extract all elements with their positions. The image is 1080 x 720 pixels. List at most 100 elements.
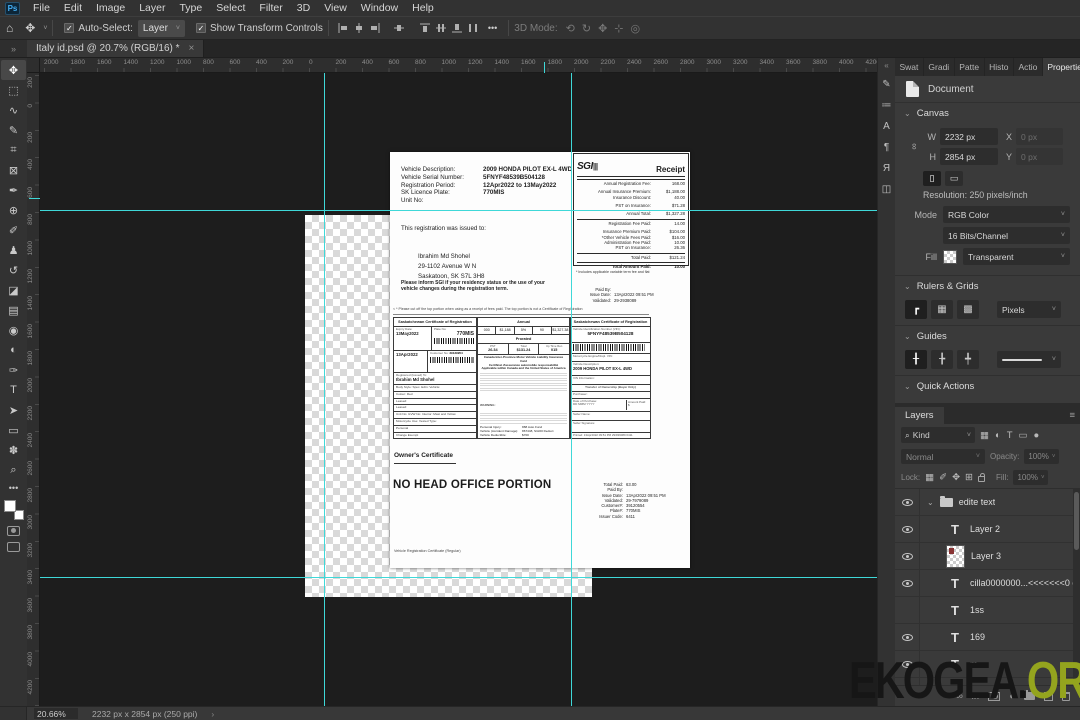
rectangular-marquee-tool[interactable]: ⬚	[1, 80, 26, 100]
add-layer-mask-icon[interactable]	[988, 691, 1001, 701]
horizontal-guide[interactable]	[40, 577, 877, 578]
toggle-visibility[interactable]	[895, 624, 920, 650]
layer-row-cilla0000000-0-d[interactable]: Tcilla0000000...<<<<<<<0 d	[895, 570, 1080, 597]
toggle-visibility[interactable]	[895, 597, 920, 623]
align-right-edges-icon[interactable]	[368, 21, 382, 35]
menu-layer[interactable]: Layer	[132, 2, 172, 14]
brushes-panel-icon[interactable]: ✎	[878, 74, 895, 95]
brush-tool[interactable]: ✐	[1, 220, 26, 240]
3d-mode-icon-1[interactable]: ↻	[582, 22, 591, 35]
horizontal-guide[interactable]	[40, 210, 877, 211]
guide-option-button-0[interactable]: ╂	[905, 350, 927, 369]
menu-view[interactable]: View	[317, 2, 354, 14]
align-left-edges-icon[interactable]	[336, 21, 350, 35]
fill-select[interactable]: Transparent	[963, 248, 1070, 265]
new-group-icon[interactable]	[1024, 690, 1035, 700]
height-field[interactable]: 2854 px	[940, 148, 998, 165]
tab-gradi[interactable]: Gradi	[924, 58, 955, 76]
ruler-corner[interactable]	[27, 58, 40, 73]
align-bottom-edges-icon[interactable]	[450, 21, 464, 35]
portrait-orientation-button[interactable]: ▯	[923, 171, 941, 186]
bit-depth-select[interactable]: 16 Bits/Channel	[943, 227, 1070, 244]
menu-3d[interactable]: 3D	[290, 2, 317, 14]
guide-style-select[interactable]	[997, 351, 1061, 368]
rulers-grids-section-header[interactable]: ⌄ Rulers & Grids	[895, 276, 1080, 297]
layer-row-125-a[interactable]: T125 A	[895, 678, 1080, 685]
layer-filter-icon-3[interactable]: ▭	[1019, 430, 1028, 441]
align-horizontal-centers-icon[interactable]	[352, 21, 366, 35]
vertical-guide[interactable]	[324, 73, 325, 706]
layer-effects-icon[interactable]: fx	[972, 691, 979, 702]
lock-icon-3[interactable]: ⊞	[965, 472, 973, 483]
eyedropper-tool[interactable]: ✒	[1, 180, 26, 200]
menu-file[interactable]: File	[26, 2, 57, 14]
layer-filter-icon-0[interactable]: ▦	[980, 430, 989, 441]
toggle-visibility[interactable]	[895, 489, 920, 515]
guide-option-button-1[interactable]: ╊	[931, 350, 953, 369]
3d-mode-icon-4[interactable]: ◎	[631, 22, 641, 35]
glyphs-panel-icon[interactable]: Я	[878, 158, 895, 179]
opacity-field[interactable]: 100%	[1024, 449, 1060, 464]
toggle-grid-button[interactable]: ▦	[931, 300, 953, 319]
ruler-units-select[interactable]: Pixels	[997, 301, 1061, 318]
layer-filter-icon-2[interactable]: T	[1007, 430, 1013, 441]
menu-image[interactable]: Image	[89, 2, 132, 14]
fill-swatch[interactable]	[943, 249, 957, 264]
home-icon[interactable]: ⌂	[0, 21, 19, 35]
layer-row-layer-2[interactable]: T Layer 2	[895, 516, 1080, 543]
screen-mode-icon[interactable]	[7, 542, 20, 552]
menu-window[interactable]: Window	[354, 2, 405, 14]
menu-select[interactable]: Select	[209, 2, 252, 14]
canvas-section-header[interactable]: ⌄ Canvas	[895, 103, 1080, 124]
paragraph-panel-icon[interactable]: ¶	[878, 137, 895, 158]
layer-fill-field[interactable]: 100%	[1013, 470, 1049, 485]
3d-mode-icon-3[interactable]: ⊹	[614, 22, 623, 35]
blur-tool[interactable]: ◉	[1, 320, 26, 340]
tab-layers[interactable]: Layers	[895, 407, 944, 424]
expand-panels-icon[interactable]: «	[884, 58, 888, 74]
auto-select-checkbox[interactable]: ✓	[64, 23, 75, 33]
width-field[interactable]: 2232 px	[940, 128, 998, 145]
3d-mode-icon-0[interactable]: ⟲	[566, 22, 575, 35]
layer-row-edite-text[interactable]: ⌄ edite text	[895, 489, 1080, 516]
document-tab[interactable]: Italy id.psd @ 20.7% (RGB/16) * ×	[27, 40, 205, 57]
quick-mask-icon[interactable]	[7, 526, 20, 536]
close-tab-icon[interactable]: ×	[189, 43, 195, 54]
quick-selection-tool[interactable]: ✎	[1, 120, 26, 140]
vertical-guide[interactable]	[571, 73, 572, 706]
clone-stamp-tool[interactable]: ♟	[1, 240, 26, 260]
link-dimensions-icon[interactable]: ∞	[894, 141, 937, 153]
eraser-tool[interactable]: ◪	[1, 280, 26, 300]
color-mode-select[interactable]: RGB Color	[943, 206, 1070, 223]
quick-actions-section-header[interactable]: ⌄ Quick Actions	[895, 376, 1080, 397]
blend-mode-select[interactable]: Normal	[901, 449, 985, 464]
toggle-visibility[interactable]	[895, 516, 920, 542]
landscape-orientation-button[interactable]: ▭	[945, 171, 963, 186]
layer-row-m[interactable]: Tm	[895, 651, 1080, 678]
menu-edit[interactable]: Edit	[57, 2, 89, 14]
horizontal-ruler[interactable]: 2000 1800 1600 1400 1200 1000 800 600 400 200 0 200…	[40, 58, 877, 73]
frame-tool[interactable]: ⊠	[1, 160, 26, 180]
lock-icon-1[interactable]: ✐	[939, 472, 947, 483]
layer-row-1ss[interactable]: T 1ss	[895, 597, 1080, 624]
color-swatches[interactable]	[3, 500, 24, 520]
lock-icon-0[interactable]: ▦	[925, 472, 934, 483]
distribute-vertical-centers-icon[interactable]	[434, 21, 448, 35]
delete-layer-icon[interactable]	[1062, 691, 1070, 701]
zoom-level-field[interactable]: 20.66%	[34, 708, 78, 719]
toggle-visibility[interactable]	[895, 543, 920, 569]
tab-actio[interactable]: Actio	[1014, 58, 1043, 76]
menu-type[interactable]: Type	[172, 2, 209, 14]
tab-properties[interactable]: Properties	[1042, 58, 1080, 76]
toggle-visibility[interactable]	[895, 678, 920, 685]
tab-patte[interactable]: Patte	[955, 58, 985, 76]
toggle-visibility[interactable]	[895, 651, 920, 677]
layer-filter-icon-4[interactable]: ●	[1034, 430, 1040, 441]
rectangle-tool[interactable]: ▭	[1, 420, 26, 440]
layer-row-layer-3[interactable]: Layer 3	[895, 543, 1080, 570]
3d-mode-icon-2[interactable]: ✥	[598, 22, 607, 35]
adjustment-layer-icon[interactable]: ◐	[1009, 691, 1015, 702]
pen-tool[interactable]: ✑	[1, 360, 26, 380]
scrollbar-thumb[interactable]	[1074, 492, 1079, 550]
menu-help[interactable]: Help	[405, 2, 441, 14]
